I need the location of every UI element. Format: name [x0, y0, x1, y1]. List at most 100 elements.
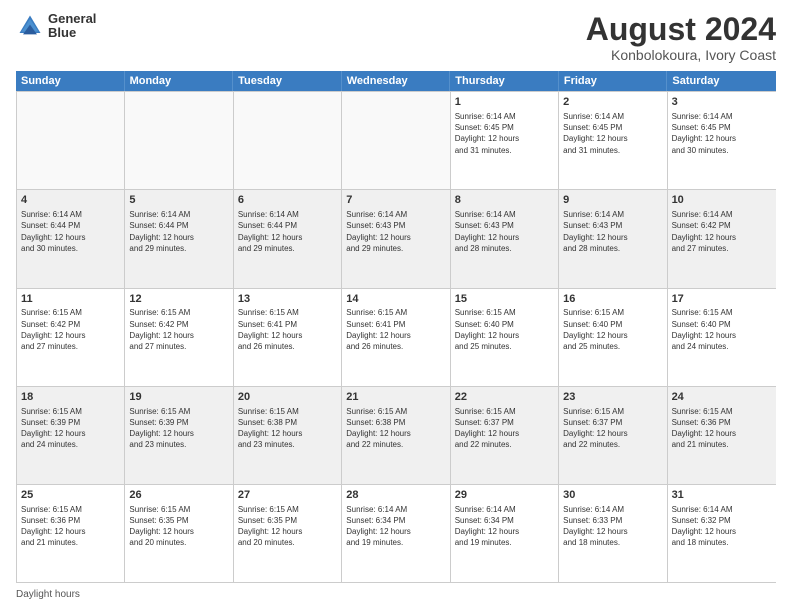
day-number: 11	[21, 292, 120, 307]
calendar-cell: 5Sunrise: 6:14 AM Sunset: 6:44 PM Daylig…	[125, 190, 233, 287]
cell-details: Sunrise: 6:15 AM Sunset: 6:38 PM Dayligh…	[238, 406, 337, 451]
calendar-cell: 12Sunrise: 6:15 AM Sunset: 6:42 PM Dayli…	[125, 289, 233, 386]
day-number: 2	[563, 95, 662, 110]
day-number: 12	[129, 292, 228, 307]
calendar-cell: 20Sunrise: 6:15 AM Sunset: 6:38 PM Dayli…	[234, 387, 342, 484]
calendar-cell: 24Sunrise: 6:15 AM Sunset: 6:36 PM Dayli…	[668, 387, 776, 484]
day-number: 25	[21, 488, 120, 503]
cell-details: Sunrise: 6:14 AM Sunset: 6:45 PM Dayligh…	[455, 111, 554, 156]
calendar-cell: 22Sunrise: 6:15 AM Sunset: 6:37 PM Dayli…	[451, 387, 559, 484]
calendar-body: 1Sunrise: 6:14 AM Sunset: 6:45 PM Daylig…	[16, 91, 776, 583]
calendar-cell: 11Sunrise: 6:15 AM Sunset: 6:42 PM Dayli…	[17, 289, 125, 386]
calendar-cell: 31Sunrise: 6:14 AM Sunset: 6:32 PM Dayli…	[668, 485, 776, 582]
logo-icon	[16, 12, 44, 40]
calendar-cell	[234, 92, 342, 189]
calendar-cell: 19Sunrise: 6:15 AM Sunset: 6:39 PM Dayli…	[125, 387, 233, 484]
day-number: 3	[672, 95, 772, 110]
day-number: 26	[129, 488, 228, 503]
calendar-cell: 8Sunrise: 6:14 AM Sunset: 6:43 PM Daylig…	[451, 190, 559, 287]
day-number: 31	[672, 488, 772, 503]
calendar-day-header: Wednesday	[342, 71, 451, 91]
cell-details: Sunrise: 6:15 AM Sunset: 6:37 PM Dayligh…	[455, 406, 554, 451]
cell-details: Sunrise: 6:15 AM Sunset: 6:40 PM Dayligh…	[563, 307, 662, 352]
cell-details: Sunrise: 6:15 AM Sunset: 6:39 PM Dayligh…	[21, 406, 120, 451]
calendar-day-header: Sunday	[16, 71, 125, 91]
cell-details: Sunrise: 6:15 AM Sunset: 6:41 PM Dayligh…	[238, 307, 337, 352]
cell-details: Sunrise: 6:15 AM Sunset: 6:42 PM Dayligh…	[129, 307, 228, 352]
calendar-cell	[342, 92, 450, 189]
cell-details: Sunrise: 6:15 AM Sunset: 6:36 PM Dayligh…	[21, 504, 120, 549]
logo-line1: General	[48, 12, 96, 26]
calendar-cell	[17, 92, 125, 189]
page: General Blue August 2024 Konbolokoura, I…	[0, 0, 792, 612]
day-number: 27	[238, 488, 337, 503]
day-number: 15	[455, 292, 554, 307]
calendar-cell: 16Sunrise: 6:15 AM Sunset: 6:40 PM Dayli…	[559, 289, 667, 386]
day-number: 21	[346, 390, 445, 405]
day-number: 1	[455, 95, 554, 110]
cell-details: Sunrise: 6:15 AM Sunset: 6:37 PM Dayligh…	[563, 406, 662, 451]
calendar-cell: 28Sunrise: 6:14 AM Sunset: 6:34 PM Dayli…	[342, 485, 450, 582]
calendar-day-header: Friday	[559, 71, 668, 91]
calendar-cell: 30Sunrise: 6:14 AM Sunset: 6:33 PM Dayli…	[559, 485, 667, 582]
calendar-cell: 2Sunrise: 6:14 AM Sunset: 6:45 PM Daylig…	[559, 92, 667, 189]
calendar-cell: 17Sunrise: 6:15 AM Sunset: 6:40 PM Dayli…	[668, 289, 776, 386]
calendar-cell: 27Sunrise: 6:15 AM Sunset: 6:35 PM Dayli…	[234, 485, 342, 582]
header: General Blue August 2024 Konbolokoura, I…	[16, 12, 776, 63]
calendar-row: 4Sunrise: 6:14 AM Sunset: 6:44 PM Daylig…	[17, 189, 776, 287]
cell-details: Sunrise: 6:14 AM Sunset: 6:45 PM Dayligh…	[563, 111, 662, 156]
cell-details: Sunrise: 6:14 AM Sunset: 6:43 PM Dayligh…	[346, 209, 445, 254]
calendar-row: 1Sunrise: 6:14 AM Sunset: 6:45 PM Daylig…	[17, 91, 776, 189]
cell-details: Sunrise: 6:15 AM Sunset: 6:36 PM Dayligh…	[672, 406, 772, 451]
calendar-cell: 1Sunrise: 6:14 AM Sunset: 6:45 PM Daylig…	[451, 92, 559, 189]
day-number: 28	[346, 488, 445, 503]
day-number: 9	[563, 193, 662, 208]
day-number: 18	[21, 390, 120, 405]
cell-details: Sunrise: 6:15 AM Sunset: 6:38 PM Dayligh…	[346, 406, 445, 451]
calendar-cell: 29Sunrise: 6:14 AM Sunset: 6:34 PM Dayli…	[451, 485, 559, 582]
cell-details: Sunrise: 6:15 AM Sunset: 6:41 PM Dayligh…	[346, 307, 445, 352]
cell-details: Sunrise: 6:14 AM Sunset: 6:45 PM Dayligh…	[672, 111, 772, 156]
calendar-cell: 9Sunrise: 6:14 AM Sunset: 6:43 PM Daylig…	[559, 190, 667, 287]
day-number: 13	[238, 292, 337, 307]
cell-details: Sunrise: 6:14 AM Sunset: 6:44 PM Dayligh…	[21, 209, 120, 254]
cell-details: Sunrise: 6:14 AM Sunset: 6:44 PM Dayligh…	[238, 209, 337, 254]
day-number: 8	[455, 193, 554, 208]
calendar-cell: 15Sunrise: 6:15 AM Sunset: 6:40 PM Dayli…	[451, 289, 559, 386]
calendar-cell: 6Sunrise: 6:14 AM Sunset: 6:44 PM Daylig…	[234, 190, 342, 287]
cell-details: Sunrise: 6:15 AM Sunset: 6:42 PM Dayligh…	[21, 307, 120, 352]
cell-details: Sunrise: 6:15 AM Sunset: 6:40 PM Dayligh…	[672, 307, 772, 352]
cell-details: Sunrise: 6:14 AM Sunset: 6:42 PM Dayligh…	[672, 209, 772, 254]
calendar-cell: 7Sunrise: 6:14 AM Sunset: 6:43 PM Daylig…	[342, 190, 450, 287]
calendar-row: 18Sunrise: 6:15 AM Sunset: 6:39 PM Dayli…	[17, 386, 776, 484]
cell-details: Sunrise: 6:15 AM Sunset: 6:35 PM Dayligh…	[238, 504, 337, 549]
day-number: 24	[672, 390, 772, 405]
logo-line2: Blue	[48, 26, 96, 40]
calendar-cell: 14Sunrise: 6:15 AM Sunset: 6:41 PM Dayli…	[342, 289, 450, 386]
title-section: August 2024 Konbolokoura, Ivory Coast	[586, 12, 776, 63]
day-number: 5	[129, 193, 228, 208]
calendar-row: 25Sunrise: 6:15 AM Sunset: 6:36 PM Dayli…	[17, 484, 776, 582]
subtitle: Konbolokoura, Ivory Coast	[586, 47, 776, 63]
day-number: 29	[455, 488, 554, 503]
day-number: 19	[129, 390, 228, 405]
day-number: 17	[672, 292, 772, 307]
calendar: SundayMondayTuesdayWednesdayThursdayFrid…	[16, 71, 776, 583]
cell-details: Sunrise: 6:14 AM Sunset: 6:33 PM Dayligh…	[563, 504, 662, 549]
cell-details: Sunrise: 6:14 AM Sunset: 6:43 PM Dayligh…	[563, 209, 662, 254]
day-number: 6	[238, 193, 337, 208]
cell-details: Sunrise: 6:14 AM Sunset: 6:32 PM Dayligh…	[672, 504, 772, 549]
cell-details: Sunrise: 6:14 AM Sunset: 6:34 PM Dayligh…	[455, 504, 554, 549]
calendar-cell: 4Sunrise: 6:14 AM Sunset: 6:44 PM Daylig…	[17, 190, 125, 287]
calendar-cell: 25Sunrise: 6:15 AM Sunset: 6:36 PM Dayli…	[17, 485, 125, 582]
calendar-day-header: Monday	[125, 71, 234, 91]
day-number: 23	[563, 390, 662, 405]
calendar-cell: 23Sunrise: 6:15 AM Sunset: 6:37 PM Dayli…	[559, 387, 667, 484]
day-number: 16	[563, 292, 662, 307]
cell-details: Sunrise: 6:14 AM Sunset: 6:43 PM Dayligh…	[455, 209, 554, 254]
calendar-header: SundayMondayTuesdayWednesdayThursdayFrid…	[16, 71, 776, 91]
calendar-cell: 3Sunrise: 6:14 AM Sunset: 6:45 PM Daylig…	[668, 92, 776, 189]
calendar-row: 11Sunrise: 6:15 AM Sunset: 6:42 PM Dayli…	[17, 288, 776, 386]
day-number: 22	[455, 390, 554, 405]
logo-text: General Blue	[48, 12, 96, 41]
